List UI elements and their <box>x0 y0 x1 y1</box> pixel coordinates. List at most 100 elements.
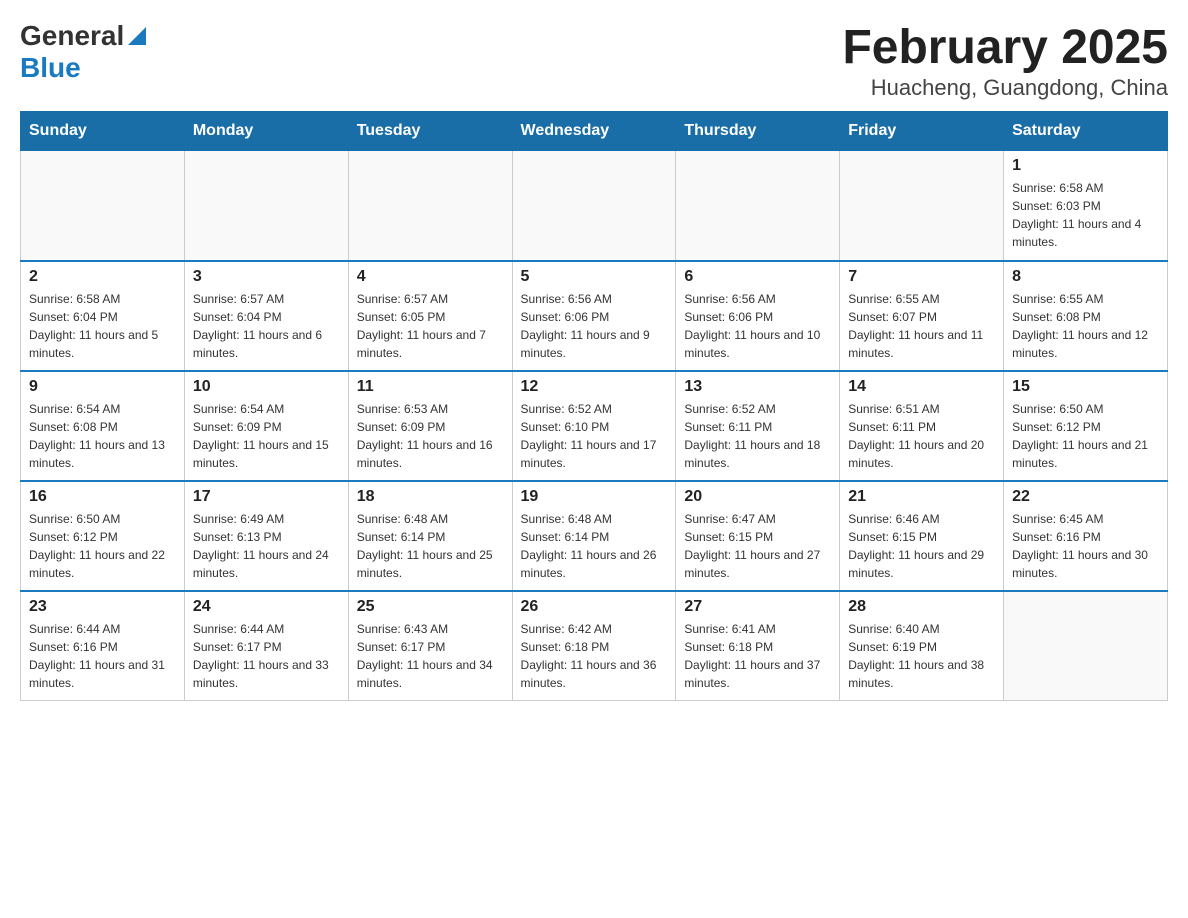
month-title: February 2025 <box>842 20 1168 75</box>
calendar-week-row: 23 Sunrise: 6:44 AMSunset: 6:16 PMDayligh… <box>21 591 1168 701</box>
day-number: 3 <box>193 268 340 286</box>
calendar-week-row: 9 Sunrise: 6:54 AMSunset: 6:08 PMDaylight… <box>21 371 1168 481</box>
day-number: 17 <box>193 488 340 506</box>
table-row: 15 Sunrise: 6:50 AMSunset: 6:12 PMDayligh… <box>1004 371 1168 481</box>
day-number: 12 <box>521 378 668 396</box>
day-number: 15 <box>1012 378 1159 396</box>
calendar-week-row: 16 Sunrise: 6:50 AMSunset: 6:12 PMDayligh… <box>21 481 1168 591</box>
day-info: Sunrise: 6:55 AMSunset: 6:08 PMDaylight:… <box>1012 290 1159 362</box>
day-number: 22 <box>1012 488 1159 506</box>
calendar-header-row: Sunday Monday Tuesday Wednesday Thursday… <box>21 112 1168 151</box>
day-number: 13 <box>684 378 831 396</box>
table-row <box>348 151 512 261</box>
day-number: 11 <box>357 378 504 396</box>
table-row: 22Sunrise: 6:45 AMSunset: 6:16 PMDayligh… <box>1004 481 1168 591</box>
day-info: Sunrise: 6:44 AMSunset: 6:17 PMDaylight:… <box>193 620 340 692</box>
table-row: 17 Sunrise: 6:49 AMSunset: 6:13 PMDayligh… <box>184 481 348 591</box>
table-row: 21 Sunrise: 6:46 AMSunset: 6:15 PMDayligh… <box>840 481 1004 591</box>
day-info: Sunrise: 6:54 AMSunset: 6:09 PMDaylight:… <box>193 400 340 472</box>
header-sunday: Sunday <box>21 112 185 151</box>
table-row: 24 Sunrise: 6:44 AMSunset: 6:17 PMDayligh… <box>184 591 348 701</box>
day-number: 4 <box>357 268 504 286</box>
table-row: 23 Sunrise: 6:44 AMSunset: 6:16 PMDayligh… <box>21 591 185 701</box>
location-title: Huacheng, Guangdong, China <box>842 75 1168 101</box>
day-number: 14 <box>848 378 995 396</box>
day-info: Sunrise: 6:52 AMSunset: 6:11 PMDaylight:… <box>684 400 831 472</box>
day-info: Sunrise: 6:46 AMSunset: 6:15 PMDaylight:… <box>848 510 995 582</box>
day-info: Sunrise: 6:50 AMSunset: 6:12 PMDaylight:… <box>1012 400 1159 472</box>
day-number: 23 <box>29 598 176 616</box>
day-number: 5 <box>521 268 668 286</box>
table-row: 9 Sunrise: 6:54 AMSunset: 6:08 PMDaylight… <box>21 371 185 481</box>
day-number: 9 <box>29 378 176 396</box>
header-friday: Friday <box>840 112 1004 151</box>
header-wednesday: Wednesday <box>512 112 676 151</box>
day-number: 8 <box>1012 268 1159 286</box>
day-info: Sunrise: 6:43 AMSunset: 6:17 PMDaylight:… <box>357 620 504 692</box>
table-row: 8 Sunrise: 6:55 AMSunset: 6:08 PMDaylight… <box>1004 261 1168 371</box>
table-row <box>676 151 840 261</box>
day-number: 24 <box>193 598 340 616</box>
day-info: Sunrise: 6:50 AMSunset: 6:12 PMDaylight:… <box>29 510 176 582</box>
table-row <box>1004 591 1168 701</box>
header-monday: Monday <box>184 112 348 151</box>
table-row: 6 Sunrise: 6:56 AMSunset: 6:06 PMDaylight… <box>676 261 840 371</box>
table-row: 26 Sunrise: 6:42 AMSunset: 6:18 PMDayligh… <box>512 591 676 701</box>
day-info: Sunrise: 6:52 AMSunset: 6:10 PMDaylight:… <box>521 400 668 472</box>
table-row: 5 Sunrise: 6:56 AMSunset: 6:06 PMDaylight… <box>512 261 676 371</box>
logo-general-text: General <box>20 20 124 52</box>
day-number: 16 <box>29 488 176 506</box>
table-row: 25 Sunrise: 6:43 AMSunset: 6:17 PMDayligh… <box>348 591 512 701</box>
table-row <box>21 151 185 261</box>
day-number: 28 <box>848 598 995 616</box>
day-info: Sunrise: 6:56 AMSunset: 6:06 PMDaylight:… <box>521 290 668 362</box>
day-info: Sunrise: 6:57 AMSunset: 6:05 PMDaylight:… <box>357 290 504 362</box>
day-info: Sunrise: 6:41 AMSunset: 6:18 PMDaylight:… <box>684 620 831 692</box>
table-row: 18 Sunrise: 6:48 AMSunset: 6:14 PMDayligh… <box>348 481 512 591</box>
table-row: 10 Sunrise: 6:54 AMSunset: 6:09 PMDayligh… <box>184 371 348 481</box>
logo: General Blue <box>20 20 146 84</box>
table-row: 2 Sunrise: 6:58 AMSunset: 6:04 PMDaylight… <box>21 261 185 371</box>
day-number: 20 <box>684 488 831 506</box>
day-number: 27 <box>684 598 831 616</box>
day-info: Sunrise: 6:56 AMSunset: 6:06 PMDaylight:… <box>684 290 831 362</box>
header-tuesday: Tuesday <box>348 112 512 151</box>
header-saturday: Saturday <box>1004 112 1168 151</box>
day-info: Sunrise: 6:54 AMSunset: 6:08 PMDaylight:… <box>29 400 176 472</box>
day-info: Sunrise: 6:42 AMSunset: 6:18 PMDaylight:… <box>521 620 668 692</box>
calendar-week-row: 1 Sunrise: 6:58 AMSunset: 6:03 PMDaylight… <box>21 151 1168 261</box>
day-number: 26 <box>521 598 668 616</box>
day-info: Sunrise: 6:48 AMSunset: 6:14 PMDaylight:… <box>357 510 504 582</box>
day-info: Sunrise: 6:55 AMSunset: 6:07 PMDaylight:… <box>848 290 995 362</box>
day-number: 1 <box>1012 157 1159 175</box>
day-info: Sunrise: 6:47 AMSunset: 6:15 PMDaylight:… <box>684 510 831 582</box>
table-row <box>184 151 348 261</box>
day-number: 18 <box>357 488 504 506</box>
table-row: 20 Sunrise: 6:47 AMSunset: 6:15 PMDayligh… <box>676 481 840 591</box>
table-row: 28 Sunrise: 6:40 AMSunset: 6:19 PMDayligh… <box>840 591 1004 701</box>
table-row <box>840 151 1004 261</box>
day-info: Sunrise: 6:58 AMSunset: 6:04 PMDaylight:… <box>29 290 176 362</box>
table-row: 11 Sunrise: 6:53 AMSunset: 6:09 PMDayligh… <box>348 371 512 481</box>
day-info: Sunrise: 6:53 AMSunset: 6:09 PMDaylight:… <box>357 400 504 472</box>
table-row: 12 Sunrise: 6:52 AMSunset: 6:10 PMDayligh… <box>512 371 676 481</box>
day-number: 10 <box>193 378 340 396</box>
day-number: 21 <box>848 488 995 506</box>
day-number: 6 <box>684 268 831 286</box>
day-info: Sunrise: 6:49 AMSunset: 6:13 PMDaylight:… <box>193 510 340 582</box>
table-row: 13 Sunrise: 6:52 AMSunset: 6:11 PMDayligh… <box>676 371 840 481</box>
day-info: Sunrise: 6:58 AMSunset: 6:03 PMDaylight:… <box>1012 179 1159 251</box>
logo-triangle-icon <box>128 27 146 50</box>
day-number: 2 <box>29 268 176 286</box>
day-number: 19 <box>521 488 668 506</box>
day-info: Sunrise: 6:40 AMSunset: 6:19 PMDaylight:… <box>848 620 995 692</box>
table-row: 1 Sunrise: 6:58 AMSunset: 6:03 PMDaylight… <box>1004 151 1168 261</box>
page-header: General Blue February 2025 Huacheng, Gua… <box>20 20 1168 101</box>
logo-blue-text: Blue <box>20 52 81 83</box>
calendar-table: Sunday Monday Tuesday Wednesday Thursday… <box>20 111 1168 701</box>
day-info: Sunrise: 6:57 AMSunset: 6:04 PMDaylight:… <box>193 290 340 362</box>
title-section: February 2025 Huacheng, Guangdong, China <box>842 20 1168 101</box>
day-number: 25 <box>357 598 504 616</box>
day-info: Sunrise: 6:44 AMSunset: 6:16 PMDaylight:… <box>29 620 176 692</box>
table-row <box>512 151 676 261</box>
